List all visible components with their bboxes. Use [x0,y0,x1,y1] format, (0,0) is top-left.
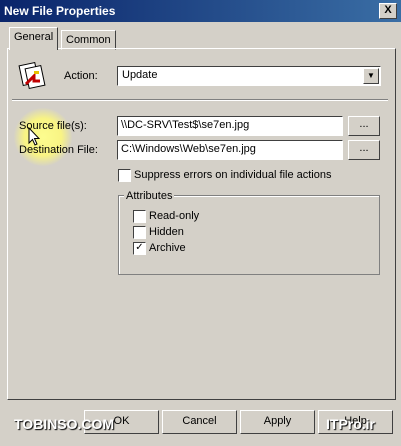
suppress-label: Suppress errors on individual file actio… [134,169,332,181]
suppress-checkbox[interactable] [118,169,131,182]
readonly-checkbox[interactable] [133,210,146,223]
title-bar: New File Properties X [0,0,401,22]
destination-input[interactable]: C:\Windows\Web\se7en.jpg [117,140,343,160]
destination-browse-button[interactable]: ... [348,140,380,160]
hidden-checkbox[interactable] [133,226,146,239]
cancel-button[interactable]: Cancel [162,410,237,434]
apply-button[interactable]: Apply [240,410,315,434]
source-input[interactable]: \\DC-SRV\Test$\se7en.jpg [117,116,343,136]
destination-label: Destination File: [19,144,98,156]
source-value: \\DC-SRV\Test$\se7en.jpg [121,119,250,131]
archive-checkbox[interactable]: ✓ [133,242,146,255]
cursor-highlight [14,108,72,166]
close-button[interactable]: X [379,3,397,19]
action-label: Action: [64,70,98,82]
action-select[interactable]: Update ▼ [117,66,381,86]
readonly-label: Read-only [149,210,200,222]
archive-label: Archive [149,242,186,254]
hidden-label: Hidden [149,226,184,238]
tab-general[interactable]: General [9,27,59,50]
chevron-down-icon[interactable]: ▼ [363,68,379,84]
separator [12,99,388,101]
source-browse-button[interactable]: ... [348,116,380,136]
tab-common[interactable]: Common [61,30,116,50]
attributes-title: Attributes [124,190,175,202]
window-title: New File Properties [4,4,116,18]
watermark-right: ITPro.ir [326,416,376,432]
watermark-left: TOBINSO.COM [14,416,115,432]
action-value: Update [122,69,158,81]
destination-value: C:\Windows\Web\se7en.jpg [121,143,256,155]
file-properties-icon [18,60,48,90]
